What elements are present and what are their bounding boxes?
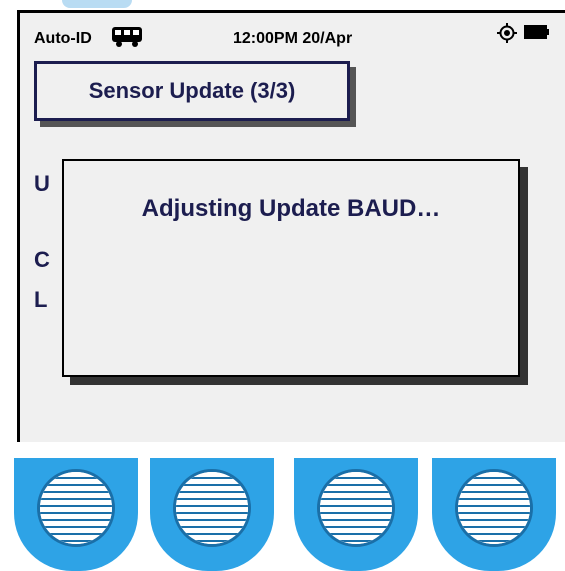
battery-icon: [524, 25, 550, 44]
background-text-line-2: C: [34, 247, 50, 272]
device-screen: Auto-ID 12:00PM 20/Apr Sensor Update (3/…: [17, 10, 565, 442]
background-text-line-1: U: [34, 171, 50, 196]
background-text-line-3: L: [34, 287, 48, 312]
speaker-grille-icon: [173, 469, 251, 547]
speaker-grille-icon: [455, 469, 533, 547]
softkey-1[interactable]: [14, 458, 138, 571]
speaker-grille-icon: [37, 469, 115, 547]
speaker-grille-icon: [317, 469, 395, 547]
progress-dialog: Adjusting Update BAUD…: [62, 159, 520, 377]
softkey-4[interactable]: [432, 458, 556, 571]
gps-target-icon: [496, 22, 518, 49]
network-label: Auto-ID: [34, 30, 92, 47]
clock: 12:00PM 20/Apr: [233, 30, 353, 47]
softkey-2[interactable]: [150, 458, 274, 571]
dialog-message: Adjusting Update BAUD…: [141, 195, 441, 222]
page-title: Sensor Update (3/3): [88, 78, 296, 103]
bus-icon: [110, 25, 144, 54]
status-bar: Auto-ID 12:00PM 20/Apr: [20, 13, 565, 55]
decorative-corner-accent: [62, 0, 132, 8]
softkey-3[interactable]: [294, 458, 418, 571]
screen-title-box: Sensor Update (3/3): [34, 61, 350, 121]
